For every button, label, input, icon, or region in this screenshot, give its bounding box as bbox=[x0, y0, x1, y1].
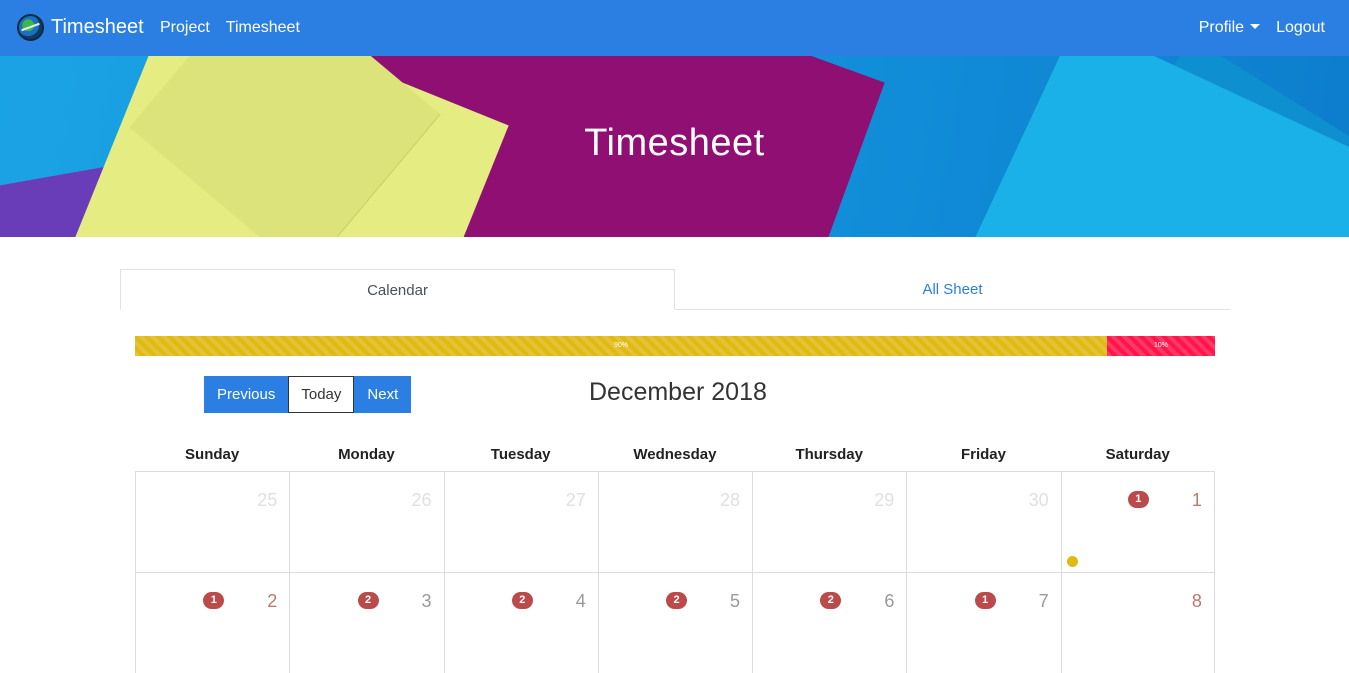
calendar-day-cell[interactable]: 28 bbox=[597, 471, 753, 572]
progress-bar: 90% 10% bbox=[135, 336, 1215, 356]
event-count-badge[interactable]: 1 bbox=[203, 592, 225, 609]
tab-calendar[interactable]: Calendar bbox=[120, 269, 675, 310]
calendar-day-cell[interactable]: 25 bbox=[135, 471, 290, 572]
calendar-day-cell[interactable]: 29 bbox=[752, 471, 907, 572]
top-navbar: Timesheet Project Timesheet Profile Logo… bbox=[0, 0, 1349, 56]
day-header-thursday: Thursday bbox=[795, 446, 863, 463]
event-dot-icon[interactable] bbox=[1066, 556, 1078, 567]
tab-all-sheet[interactable]: All Sheet bbox=[675, 269, 1230, 310]
calendar-day-cell[interactable]: 27 bbox=[443, 471, 598, 572]
next-button[interactable]: Next bbox=[354, 376, 412, 413]
calendar-day-cell[interactable]: 11 bbox=[1060, 471, 1215, 572]
nav-link-timesheet[interactable]: Timesheet bbox=[226, 18, 300, 38]
day-header-monday: Monday bbox=[338, 446, 395, 463]
day-number[interactable]: 26 bbox=[412, 490, 432, 511]
calendar-day-cell[interactable]: 30 bbox=[906, 471, 1061, 572]
calendar-day-cell[interactable]: 71 bbox=[906, 572, 1061, 673]
progress-segment-yellow: 90% bbox=[135, 336, 1107, 356]
calendar-day-cell[interactable]: 32 bbox=[289, 572, 444, 673]
calendar-day-cell[interactable]: 21 bbox=[135, 572, 290, 673]
day-number[interactable]: 2 bbox=[267, 591, 277, 612]
event-count-badge[interactable]: 1 bbox=[974, 592, 996, 609]
previous-button[interactable]: Previous bbox=[204, 376, 289, 413]
hero-banner: Timesheet bbox=[0, 56, 1349, 237]
day-number[interactable]: 30 bbox=[1029, 490, 1049, 511]
day-number[interactable]: 29 bbox=[874, 490, 894, 511]
nav-link-project[interactable]: Project bbox=[160, 18, 210, 38]
day-number[interactable]: 1 bbox=[1192, 490, 1202, 511]
hero-title: Timesheet bbox=[584, 122, 765, 164]
progress-segment-red: 10% bbox=[1107, 336, 1215, 356]
day-number[interactable]: 25 bbox=[257, 490, 277, 511]
event-count-badge[interactable]: 2 bbox=[820, 592, 842, 609]
day-number[interactable]: 6 bbox=[884, 591, 894, 612]
view-tabs: Calendar All Sheet bbox=[120, 269, 1230, 310]
event-count-badge[interactable]: 2 bbox=[511, 592, 533, 609]
calendar-week-row: 2132425262718 bbox=[135, 572, 1215, 673]
calendar-day-cell[interactable]: 8 bbox=[1060, 572, 1215, 673]
caret-down-icon bbox=[1250, 24, 1261, 29]
brand-name[interactable]: Timesheet bbox=[51, 14, 144, 41]
day-header-friday: Friday bbox=[960, 446, 1006, 463]
profile-label: Profile bbox=[1198, 19, 1245, 36]
day-number[interactable]: 3 bbox=[422, 591, 432, 612]
day-header-sunday: Sunday bbox=[185, 446, 240, 463]
today-button[interactable]: Today bbox=[288, 376, 355, 413]
calendar-day-headers: Sunday Monday Tuesday Wednesday Thursday Frid… bbox=[135, 440, 1215, 470]
day-number[interactable]: 27 bbox=[566, 490, 586, 511]
month-title: December 2018 bbox=[589, 378, 767, 406]
day-number[interactable]: 28 bbox=[720, 490, 740, 511]
day-number[interactable]: 7 bbox=[1039, 591, 1049, 612]
event-count-badge[interactable]: 2 bbox=[357, 592, 379, 609]
calendar-week-row: 25 26 27 28 29 30 1 1 bbox=[135, 471, 1215, 572]
calendar-day-cell[interactable]: 26 bbox=[289, 471, 444, 572]
calendar-day-cell[interactable]: 52 bbox=[597, 572, 753, 673]
brand[interactable]: Timesheet bbox=[17, 14, 144, 41]
day-number[interactable]: 8 bbox=[1192, 591, 1202, 612]
event-count-badge[interactable]: 1 bbox=[1127, 491, 1149, 508]
globe-logo-icon bbox=[17, 14, 44, 41]
nav-links: Project Timesheet bbox=[160, 18, 300, 38]
calendar-nav-buttons: Previous Today Next bbox=[204, 376, 412, 413]
day-number[interactable]: 5 bbox=[730, 591, 740, 612]
day-header-saturday: Saturday bbox=[1105, 446, 1170, 463]
event-count-badge[interactable]: 2 bbox=[666, 592, 688, 609]
calendar-grid: 25 26 27 28 29 30 1 1 2 1 3 2 4 2 5 2 6 2 7 1 8 bbox=[135, 471, 1215, 673]
profile-dropdown[interactable]: Profile bbox=[1198, 18, 1261, 38]
logout-link[interactable]: Logout bbox=[1276, 18, 1325, 38]
calendar-day-cell[interactable]: 42 bbox=[443, 572, 598, 673]
calendar-day-cell[interactable]: 62 bbox=[752, 572, 907, 673]
day-number[interactable]: 4 bbox=[576, 591, 586, 612]
day-header-wednesday: Wednesday bbox=[633, 446, 717, 463]
day-header-tuesday: Tuesday bbox=[490, 446, 551, 463]
nav-user-menu: Profile Logout bbox=[1199, 18, 1325, 38]
